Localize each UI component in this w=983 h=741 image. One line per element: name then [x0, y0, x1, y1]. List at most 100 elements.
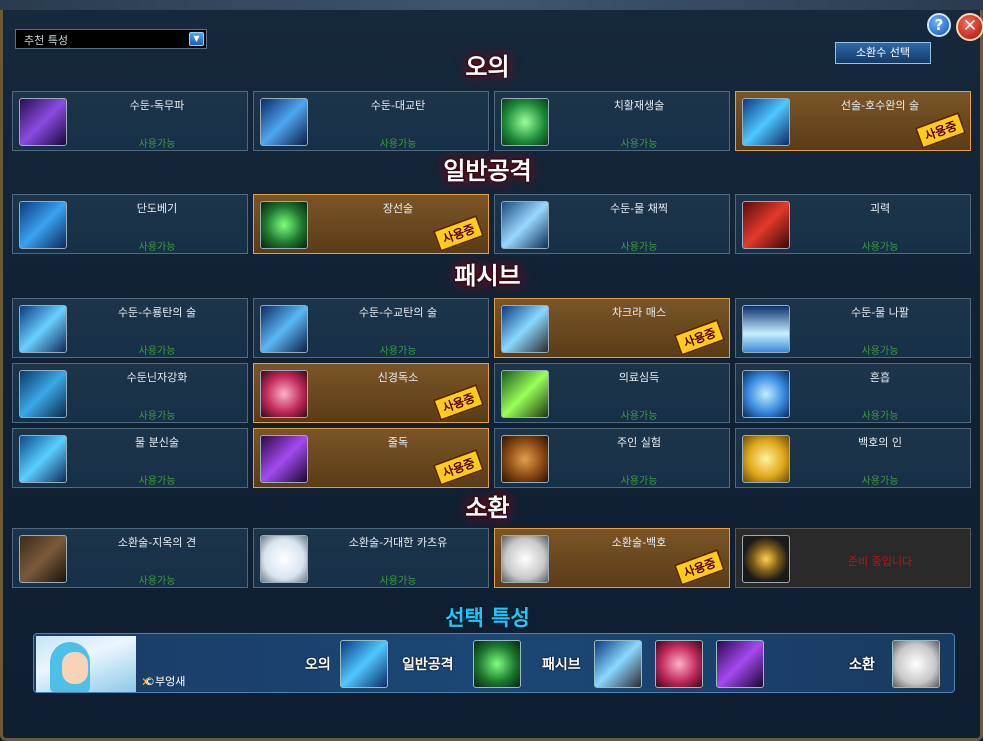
- trait-name: 수둔-대교탄: [370, 99, 426, 112]
- trait-status: 사용가능: [620, 139, 658, 150]
- window-top-bar: [0, 0, 983, 10]
- white-tiger-icon: [501, 535, 549, 583]
- in-use-badge: 사용중: [432, 448, 485, 487]
- trait-name: 소환술-백호: [611, 536, 667, 549]
- trait-slot[interactable]: 차크라 매스 사용중: [494, 298, 730, 358]
- chevron-down-icon[interactable]: ▼: [189, 32, 204, 46]
- bottom-label-summon: 소환: [849, 657, 875, 673]
- trait-slot[interactable]: 소환술-거대한 카츠유 사용가능: [253, 528, 489, 588]
- trait-slot[interactable]: 수둔-수룡탄의 술 사용가능: [12, 298, 248, 358]
- section-title-summon: 소환: [380, 493, 595, 523]
- trait-name: 수둔-수룡탄의 술: [117, 306, 197, 319]
- healing-hand-icon: [501, 98, 549, 146]
- trait-name: 소환술-지옥의 견: [117, 536, 197, 549]
- brain-icon: [260, 370, 308, 418]
- trait-slot[interactable]: 수둔-독무파 사용가능: [12, 91, 248, 151]
- trait-status: 사용가능: [620, 411, 658, 422]
- water-clone-icon: [19, 435, 67, 483]
- poison-mist-icon: [19, 98, 67, 146]
- ice-spikes-icon: [742, 305, 790, 353]
- lock-icon: [742, 535, 790, 583]
- trait-slot[interactable]: 소환술-지옥의 견 사용가능: [12, 528, 248, 588]
- brain-icon[interactable]: [655, 640, 703, 688]
- trait-status: 사용가능: [138, 476, 176, 487]
- trait-slot[interactable]: 수둔닌자강화 사용가능: [12, 363, 248, 423]
- water-dragon-icon: [19, 305, 67, 353]
- trait-slot[interactable]: 수둔-대교탄 사용가능: [253, 91, 489, 151]
- trait-name: 수둔-물 나팔: [850, 306, 910, 319]
- water-fist-icon: [742, 98, 790, 146]
- trait-slot[interactable]: 수둔-물 나팔 사용가능: [735, 298, 971, 358]
- green-palm-icon: [260, 201, 308, 249]
- trait-name: 괴력: [869, 202, 891, 215]
- spirit-fist-icon: [742, 370, 790, 418]
- trait-name: 물 분신술: [135, 436, 179, 449]
- trait-name: 단도베기: [136, 202, 178, 215]
- trait-name: 치활재생술: [613, 99, 665, 112]
- white-tiger-icon[interactable]: [892, 640, 940, 688]
- trait-name: 소환술-거대한 카츠유: [348, 536, 448, 549]
- trait-name: 선술-호수완의 술: [840, 99, 920, 112]
- trait-status: 사용가능: [379, 346, 417, 357]
- trait-status: 사용가능: [138, 139, 176, 150]
- trait-slot[interactable]: 장선술 사용중: [253, 194, 489, 254]
- trait-status: 사용가능: [138, 346, 176, 357]
- tiger-seal-icon: [742, 435, 790, 483]
- trait-slot[interactable]: 소환술-백호 사용중: [494, 528, 730, 588]
- trait-slot[interactable]: 신경독소 사용중: [253, 363, 489, 423]
- trait-slot[interactable]: 단도베기 사용가능: [12, 194, 248, 254]
- water-whip-icon: [501, 201, 549, 249]
- selected-traits-title: 선택 특성: [445, 606, 530, 630]
- trait-slot[interactable]: 수둔-수교탄의 술 사용가능: [253, 298, 489, 358]
- trait-slot[interactable]: 치활재생술 사용가능: [494, 91, 730, 151]
- water-fist-icon[interactable]: [340, 640, 388, 688]
- section-title-normal: 일반공격: [380, 156, 595, 186]
- trait-slot[interactable]: 물 분신술 사용가능: [12, 428, 248, 488]
- slug-icon: [260, 535, 308, 583]
- help-icon[interactable]: ?: [927, 13, 951, 37]
- green-palm-icon[interactable]: [473, 640, 521, 688]
- water-shark-icon: [260, 305, 308, 353]
- trait-name: 수둔-물 채찍: [609, 202, 669, 215]
- trait-status: 사용가능: [861, 346, 899, 357]
- in-use-badge: 사용중: [673, 318, 726, 357]
- trait-name: 수둔닌자강화: [126, 371, 188, 384]
- bottom-label-passive: 패시브: [542, 657, 581, 673]
- summon-select-button[interactable]: 소환수 선택: [835, 42, 931, 64]
- trait-name: 줄독: [387, 436, 409, 449]
- trait-status: 사용가능: [620, 242, 658, 253]
- puppet-mask-icon: [501, 435, 549, 483]
- chakra-glove-icon[interactable]: [594, 640, 642, 688]
- close-icon[interactable]: ✕: [956, 13, 983, 41]
- trait-status: 사용가능: [138, 242, 176, 253]
- recommend-trait-dropdown[interactable]: 추천 특성 ▼: [15, 29, 207, 49]
- chakra-glove-icon: [501, 305, 549, 353]
- poison-blade-icon[interactable]: [716, 640, 764, 688]
- trait-slot[interactable]: 괴력 사용가능: [735, 194, 971, 254]
- trait-name: 장선술: [382, 202, 414, 215]
- section-title-ougi: 오의: [380, 52, 595, 82]
- trait-slot[interactable]: 주인 실험 사용가능: [494, 428, 730, 488]
- trait-name: 의료심득: [618, 371, 660, 384]
- trait-slot[interactable]: 수둔-물 채찍 사용가능: [494, 194, 730, 254]
- fist-icon: [19, 201, 67, 249]
- shark-icon: [260, 98, 308, 146]
- red-fist-icon: [742, 201, 790, 249]
- medical-hand-icon: [501, 370, 549, 418]
- trait-slot[interactable]: 백호의 인 사용가능: [735, 428, 971, 488]
- trait-slot[interactable]: 선술-호수완의 술 사용중: [735, 91, 971, 151]
- trait-name: 주인 실험: [617, 436, 661, 449]
- trait-slot[interactable]: 줄독 사용중: [253, 428, 489, 488]
- trait-name: 신경독소: [377, 371, 419, 384]
- trait-slot-locked: 준비 중입니다: [735, 528, 971, 588]
- trait-status: 사용가능: [861, 476, 899, 487]
- bottom-label-normal: 일반공격: [402, 657, 454, 673]
- trait-status: 사용가능: [861, 242, 899, 253]
- trait-status: 사용가능: [379, 576, 417, 587]
- hell-dog-icon: [19, 535, 67, 583]
- trait-slot[interactable]: 의료심득 사용가능: [494, 363, 730, 423]
- trait-status: 사용가능: [138, 411, 176, 422]
- trait-slot[interactable]: 혼흡 사용가능: [735, 363, 971, 423]
- water-kanji-icon: [19, 370, 67, 418]
- poison-blade-icon: [260, 435, 308, 483]
